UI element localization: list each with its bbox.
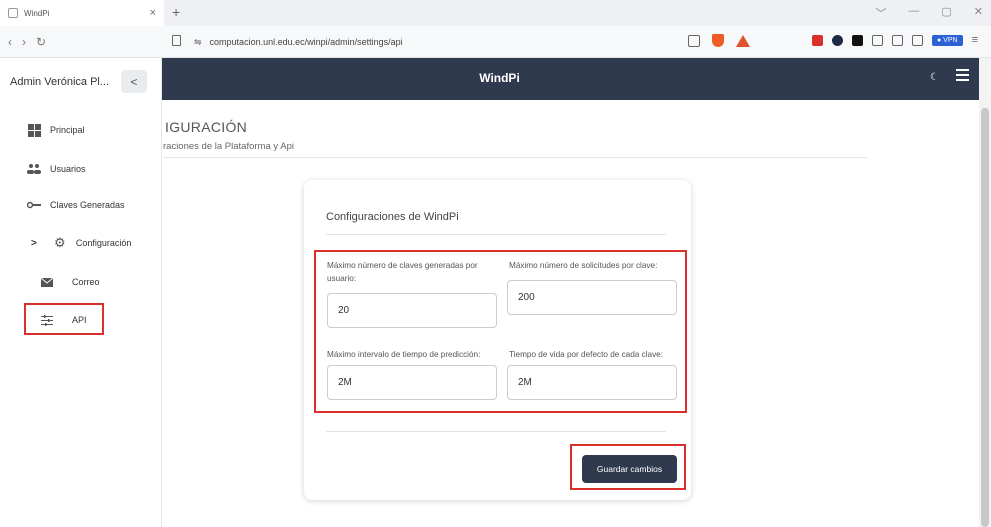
maximize-button[interactable]: ▢ xyxy=(941,5,951,21)
address-bar-actions xyxy=(688,34,750,47)
card-title: Configuraciones de WindPi xyxy=(326,211,459,223)
sidebar-item-configuracion[interactable]: > ⚙ Configuración xyxy=(0,229,162,257)
favicon-icon xyxy=(8,8,18,18)
url-text: computacion.unl.edu.ec/winpi/admin/setti… xyxy=(209,37,403,47)
sidebar-item-claves-generadas[interactable]: Claves Generadas xyxy=(0,191,162,219)
gear-icon: ⚙ xyxy=(54,235,66,250)
sidebar-item-label: Correo xyxy=(72,277,100,287)
sidebar: Admin Verónica Pl... < Principal Usuario… xyxy=(0,58,162,527)
brave-shield-icon[interactable] xyxy=(712,34,724,47)
collapse-sidebar-button[interactable]: < xyxy=(121,70,147,93)
wallet-icon[interactable] xyxy=(912,34,923,46)
fields-highlight-frame xyxy=(314,250,687,413)
app-brand[interactable]: WindPi xyxy=(162,71,837,85)
extensions-puzzle-icon[interactable] xyxy=(872,34,883,46)
close-tab-icon[interactable]: × xyxy=(150,7,156,19)
site-info-icon[interactable]: ⇋ xyxy=(194,37,202,48)
browser-menu-icon[interactable]: ≡ xyxy=(972,34,978,46)
page-subtitle: raciones de la Plataforma y Api xyxy=(163,141,294,152)
forward-icon[interactable]: › xyxy=(22,35,26,49)
app-navbar: WindPi ☾ xyxy=(162,58,991,100)
new-tab-button[interactable]: + xyxy=(172,4,180,20)
divider xyxy=(326,431,666,432)
share-icon[interactable] xyxy=(688,34,700,47)
window-controls: ﹀ — ▢ ✕ xyxy=(875,5,983,21)
navigation-buttons: ‹ › ↻ xyxy=(8,35,46,49)
users-icon xyxy=(27,162,41,176)
extension-icon[interactable] xyxy=(852,34,863,46)
chevron-right-icon: > xyxy=(31,237,37,249)
save-changes-button[interactable]: Guardar cambios xyxy=(582,455,677,483)
tab-title: WindPi xyxy=(24,8,50,18)
sidebar-item-label: Claves Generadas xyxy=(50,200,125,210)
divider xyxy=(326,234,666,235)
close-window-button[interactable]: ✕ xyxy=(974,5,983,21)
brave-rewards-icon[interactable] xyxy=(736,34,750,47)
back-icon[interactable]: ‹ xyxy=(8,35,12,49)
sidebar-item-correo[interactable]: Correo xyxy=(0,268,162,296)
mail-icon xyxy=(40,275,54,289)
theme-toggle-icon[interactable]: ☾ xyxy=(930,72,939,83)
extension-icon[interactable] xyxy=(812,34,823,46)
address-bar[interactable]: ⇋ computacion.unl.edu.ec/winpi/admin/set… xyxy=(194,33,754,51)
sidebar-item-usuarios[interactable]: Usuarios xyxy=(0,155,162,183)
browser-tab-bar: WindPi × + ﹀ — ▢ ✕ xyxy=(0,0,991,26)
api-highlight-frame xyxy=(24,303,104,335)
sidebar-item-label: Principal xyxy=(50,125,85,135)
sidebar-item-label: Configuración xyxy=(75,238,132,248)
minimize-button[interactable]: — xyxy=(908,5,919,21)
browser-toolbar: ‹ › ↻ ⇋ computacion.unl.edu.ec/winpi/adm… xyxy=(0,26,991,58)
extension-icon[interactable] xyxy=(832,34,843,46)
scrollbar-thumb[interactable] xyxy=(981,108,989,527)
sidebar-item-label: Usuarios xyxy=(50,164,86,174)
reload-icon[interactable]: ↻ xyxy=(36,35,46,49)
tab-search-icon[interactable]: ﹀ xyxy=(875,5,886,21)
page-title: IGURACIÓN xyxy=(165,119,248,135)
menu-icon[interactable] xyxy=(956,69,969,81)
sidebar-item-principal[interactable]: Principal xyxy=(0,116,162,144)
grid-icon xyxy=(27,123,41,137)
sidebar-toggle-icon[interactable] xyxy=(892,34,903,46)
vpn-button[interactable]: ● VPN xyxy=(932,34,963,46)
user-name: Admin Verónica Pl... xyxy=(10,76,110,88)
bookmark-icon[interactable] xyxy=(172,35,181,46)
browser-tab[interactable]: WindPi × xyxy=(0,0,164,26)
extensions-bar: ● VPN ≡ xyxy=(812,34,978,46)
key-icon xyxy=(27,198,41,212)
divider xyxy=(163,157,867,158)
